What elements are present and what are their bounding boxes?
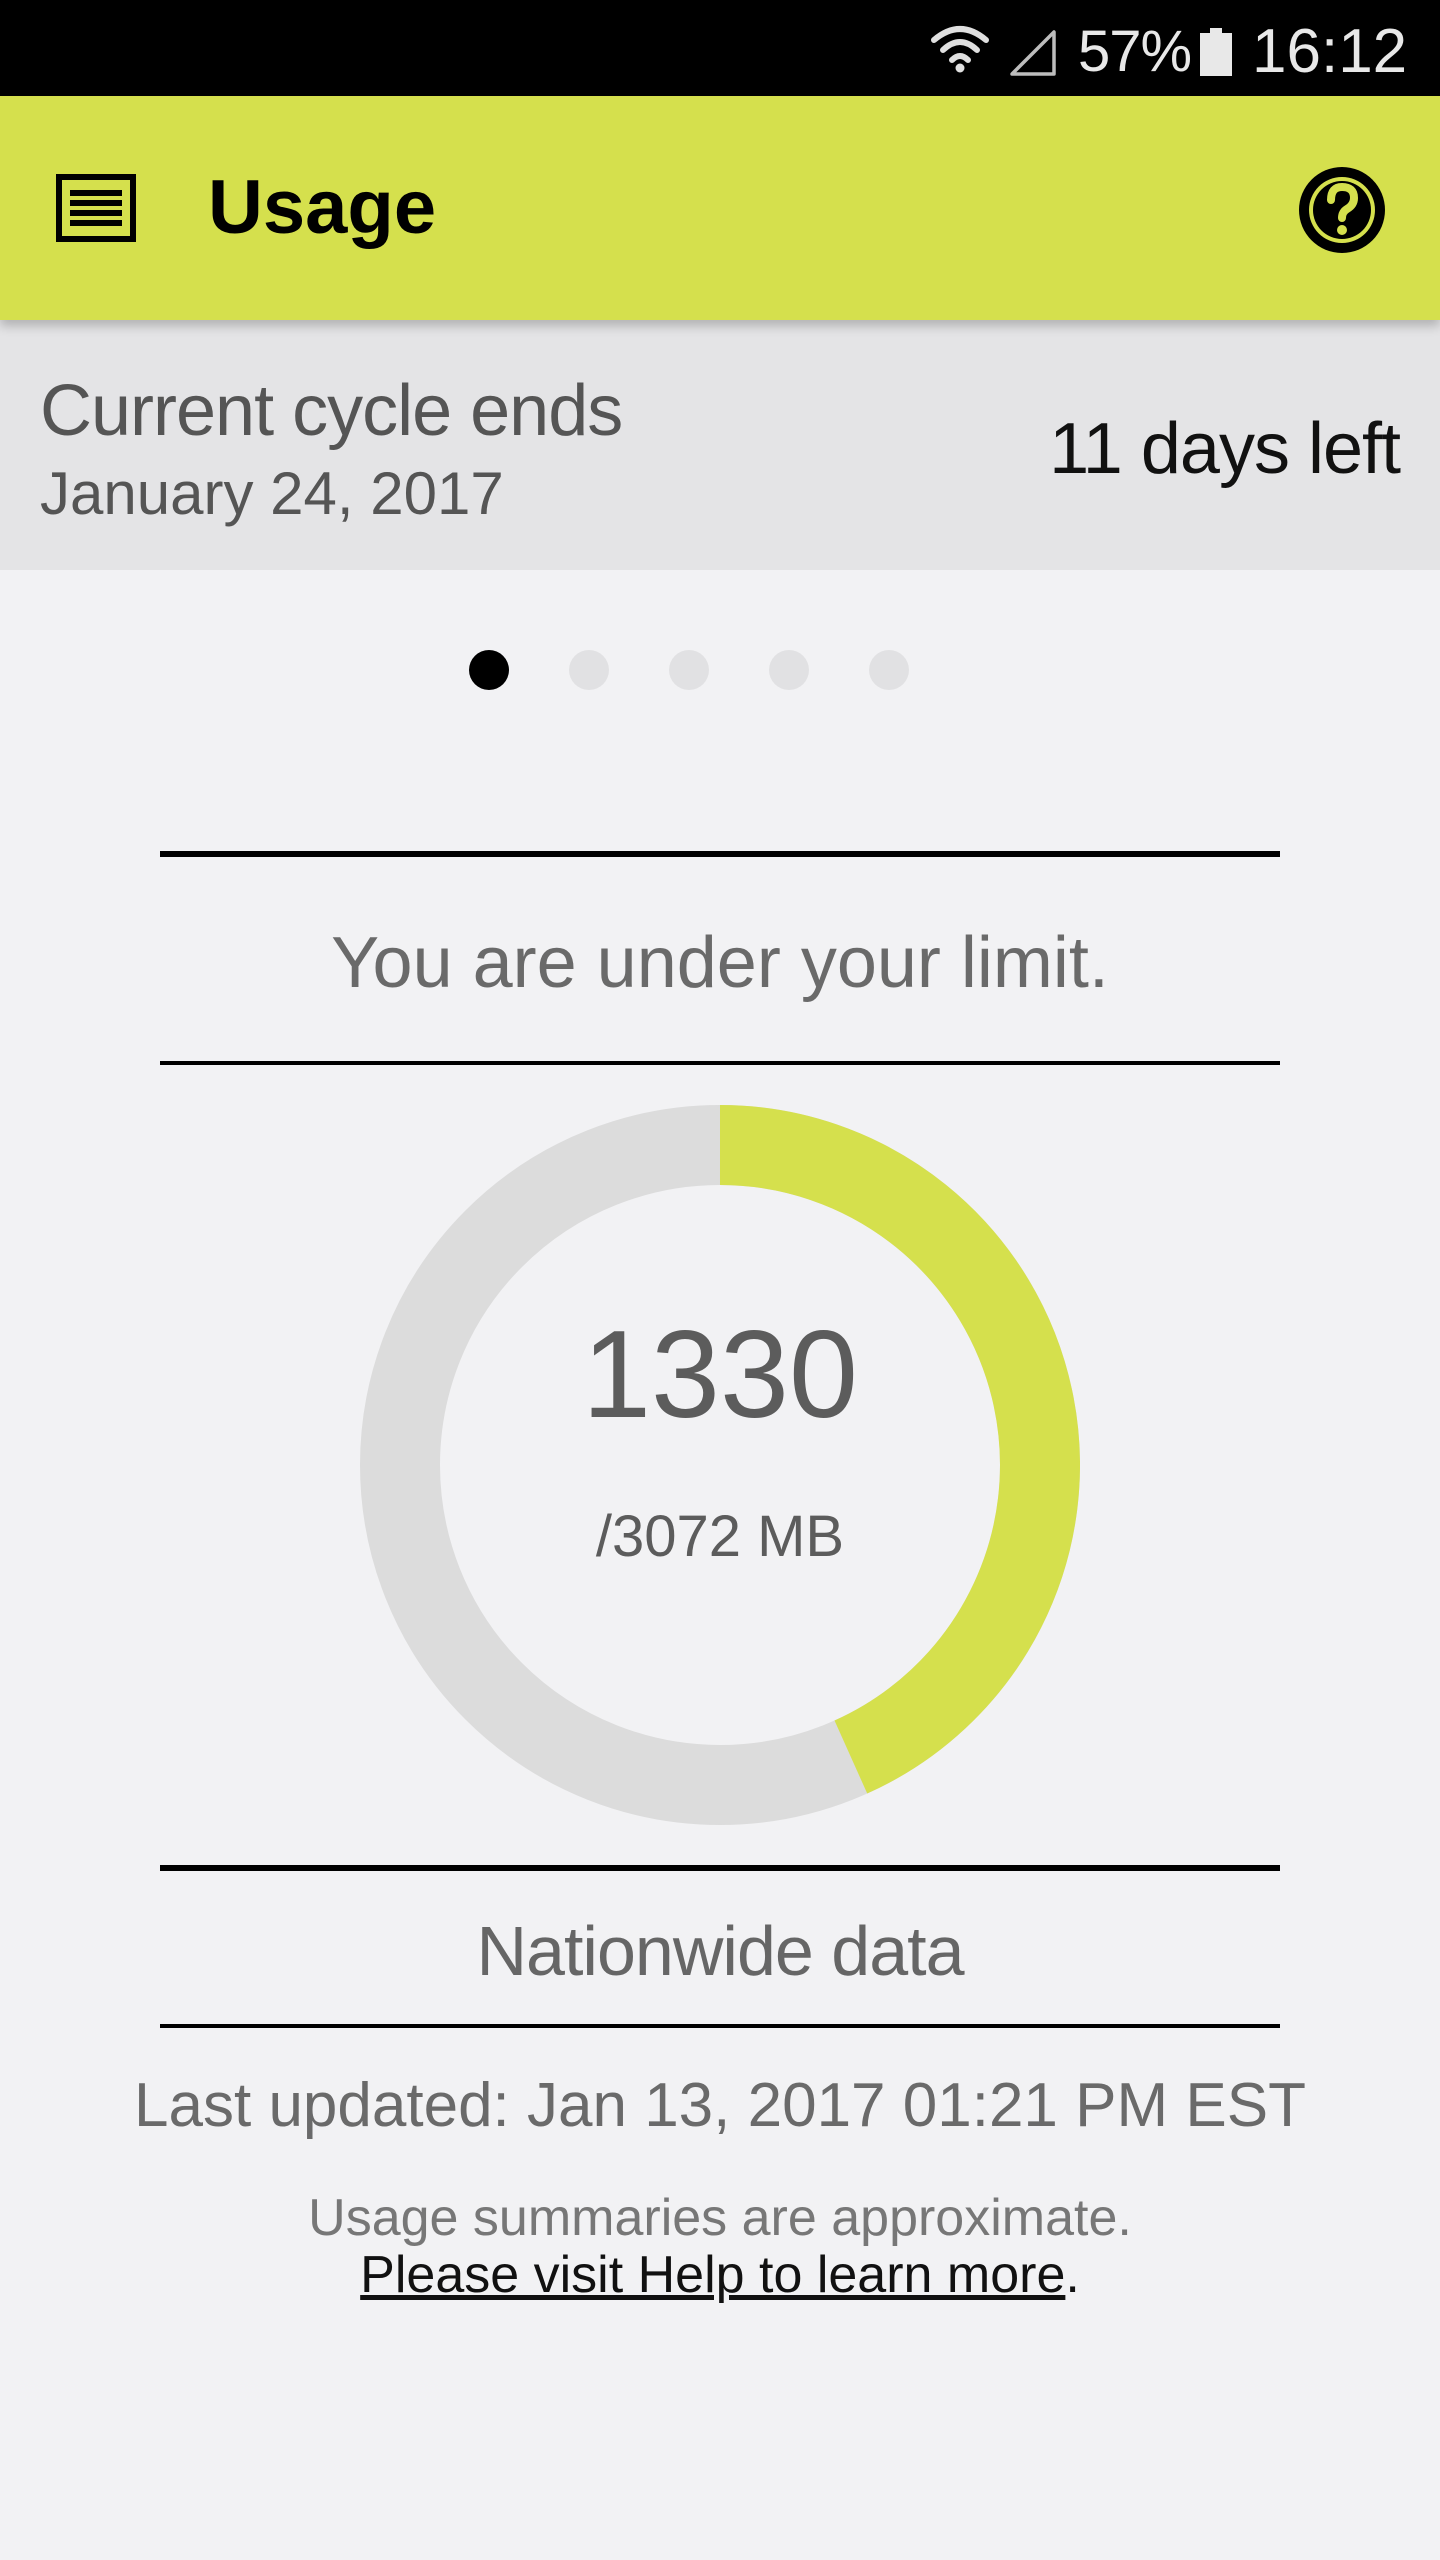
usage-status-message: You are under your limit. — [331, 923, 1109, 1003]
page-dot[interactable] — [669, 650, 709, 690]
page-indicator — [0, 650, 1440, 690]
battery-percent: 57% — [1078, 19, 1192, 84]
signal-icon — [1010, 30, 1056, 76]
used-ring-arc — [719, 1105, 1080, 1794]
menu-button[interactable] — [40, 152, 152, 264]
status-bar: 57% 16:12 — [0, 0, 1440, 96]
battery-icon — [1200, 28, 1232, 76]
divider — [160, 2024, 1280, 2028]
divider — [160, 851, 1280, 857]
cycle-end-date: January 24, 2017 — [40, 460, 504, 527]
page-dot[interactable] — [769, 650, 809, 690]
divider — [160, 1865, 1280, 1871]
page-dot[interactable] — [869, 650, 909, 690]
cycle-title: Current cycle ends — [40, 371, 623, 451]
data-type-label: Nationwide data — [476, 1912, 965, 1990]
disclaimer-text: Usage summaries are approximate. — [308, 2189, 1132, 2247]
menu-icon — [56, 174, 136, 242]
days-left: 11 days left — [1049, 409, 1401, 489]
used-amount: 1330 — [582, 1306, 858, 1444]
last-updated: Last updated: Jan 13, 2017 01:21 PM EST — [134, 2071, 1306, 2140]
divider — [160, 1061, 1280, 1065]
wifi-icon — [931, 26, 989, 73]
data-limit: /3072 MB — [595, 1504, 845, 1569]
page-title: Usage — [208, 165, 437, 250]
usage-donut-chart — [360, 1105, 1080, 1825]
clock: 16:12 — [1252, 17, 1408, 86]
app-bar: Usage — [0, 96, 1440, 320]
help-icon[interactable] — [1292, 160, 1392, 260]
help-link[interactable]: Please visit Help to learn more — [360, 2246, 1065, 2304]
help-suffix: . — [1065, 2246, 1080, 2304]
help-line: Please visit Help to learn more. — [0, 2244, 1440, 2306]
page-dot[interactable] — [469, 650, 509, 690]
cycle-summary: Current cycle ends January 24, 2017 11 d… — [0, 320, 1440, 570]
page-dot[interactable] — [569, 650, 609, 690]
